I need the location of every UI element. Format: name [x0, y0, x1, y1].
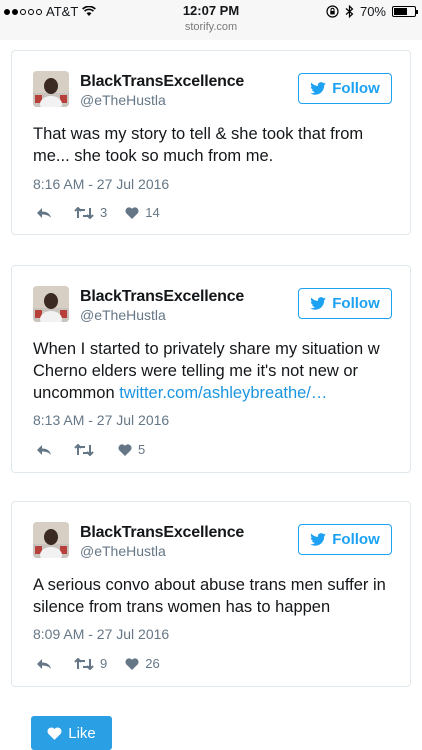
retweet-count: 3: [100, 205, 108, 220]
heart-icon: [118, 443, 132, 456]
twitter-bird-icon: [310, 82, 327, 95]
tweet-card: BlackTransExcellence @eTheHustla Follow …: [11, 501, 411, 687]
heart-icon: [125, 206, 139, 219]
page-url[interactable]: storify.com: [0, 21, 422, 33]
twitter-bird-icon: [310, 533, 327, 546]
like-count: 26: [145, 656, 160, 671]
like-button[interactable]: 5: [118, 442, 145, 457]
twitter-bird-icon: [310, 297, 327, 310]
tweet-body: That was my story to tell & she took tha…: [33, 125, 364, 165]
follow-label: Follow: [332, 295, 380, 312]
tweet-timestamp[interactable]: 8:09 AM - 27 Jul 2016: [33, 626, 169, 642]
retweet-button[interactable]: 3: [74, 205, 107, 220]
avatar[interactable]: [33, 71, 69, 107]
heart-icon: [47, 726, 62, 740]
follow-button[interactable]: Follow: [298, 524, 392, 555]
tweet-card: BlackTransExcellence @eTheHustla Follow …: [11, 50, 411, 235]
tweet-actions: 3 14: [36, 205, 160, 220]
retweet-button[interactable]: [74, 443, 100, 456]
status-right: 70%: [326, 4, 418, 19]
tweet-timestamp[interactable]: 8:13 AM - 27 Jul 2016: [33, 412, 169, 428]
battery-percent: 70%: [359, 4, 386, 19]
retweet-icon: [74, 206, 94, 219]
follow-button[interactable]: Follow: [298, 288, 392, 319]
user-handle[interactable]: @eTheHustla: [80, 307, 166, 323]
retweet-button[interactable]: 9: [74, 656, 107, 671]
tweet-actions: 9 26: [36, 656, 160, 671]
follow-label: Follow: [332, 80, 380, 97]
retweet-icon: [74, 443, 94, 456]
tweet-link[interactable]: twitter.com/ashleybreathe/…: [119, 384, 327, 402]
tweet-text: A serious convo about abuse trans men su…: [33, 574, 403, 618]
display-name[interactable]: BlackTransExcellence: [80, 73, 244, 91]
story-like-button[interactable]: Like: [31, 716, 112, 750]
ios-status-bar: AT&T 12:07 PM storify.com 70%: [0, 0, 422, 40]
reply-button[interactable]: [36, 207, 52, 219]
reply-icon: [37, 207, 51, 218]
battery-icon: [392, 6, 418, 17]
heart-icon: [125, 657, 139, 670]
tweet-body: A serious convo about abuse trans men su…: [33, 576, 386, 616]
reply-icon: [37, 658, 51, 669]
story-like-label: Like: [68, 724, 96, 742]
reply-button[interactable]: [36, 658, 52, 670]
follow-button[interactable]: Follow: [298, 73, 392, 104]
like-button[interactable]: 14: [125, 205, 160, 220]
retweet-icon: [74, 657, 94, 670]
reply-icon: [37, 444, 51, 455]
tweet-text: When I started to privately share my sit…: [33, 338, 403, 404]
avatar[interactable]: [33, 522, 69, 558]
retweet-count: 9: [100, 656, 108, 671]
reply-button[interactable]: [36, 444, 52, 456]
tweet-card: BlackTransExcellence @eTheHustla Follow …: [11, 265, 411, 473]
display-name[interactable]: BlackTransExcellence: [80, 524, 244, 542]
like-count: 14: [145, 205, 160, 220]
user-handle[interactable]: @eTheHustla: [80, 543, 166, 559]
like-button[interactable]: 26: [125, 656, 160, 671]
bluetooth-icon: [345, 5, 354, 18]
display-name[interactable]: BlackTransExcellence: [80, 288, 244, 306]
follow-label: Follow: [332, 531, 380, 548]
tweet-actions: 5: [36, 442, 145, 457]
like-count: 5: [138, 442, 146, 457]
avatar[interactable]: [33, 286, 69, 322]
tweet-text: That was my story to tell & she took tha…: [33, 123, 403, 167]
user-handle[interactable]: @eTheHustla: [80, 92, 166, 108]
tweet-timestamp[interactable]: 8:16 AM - 27 Jul 2016: [33, 176, 169, 192]
rotation-lock-icon: [326, 5, 339, 18]
